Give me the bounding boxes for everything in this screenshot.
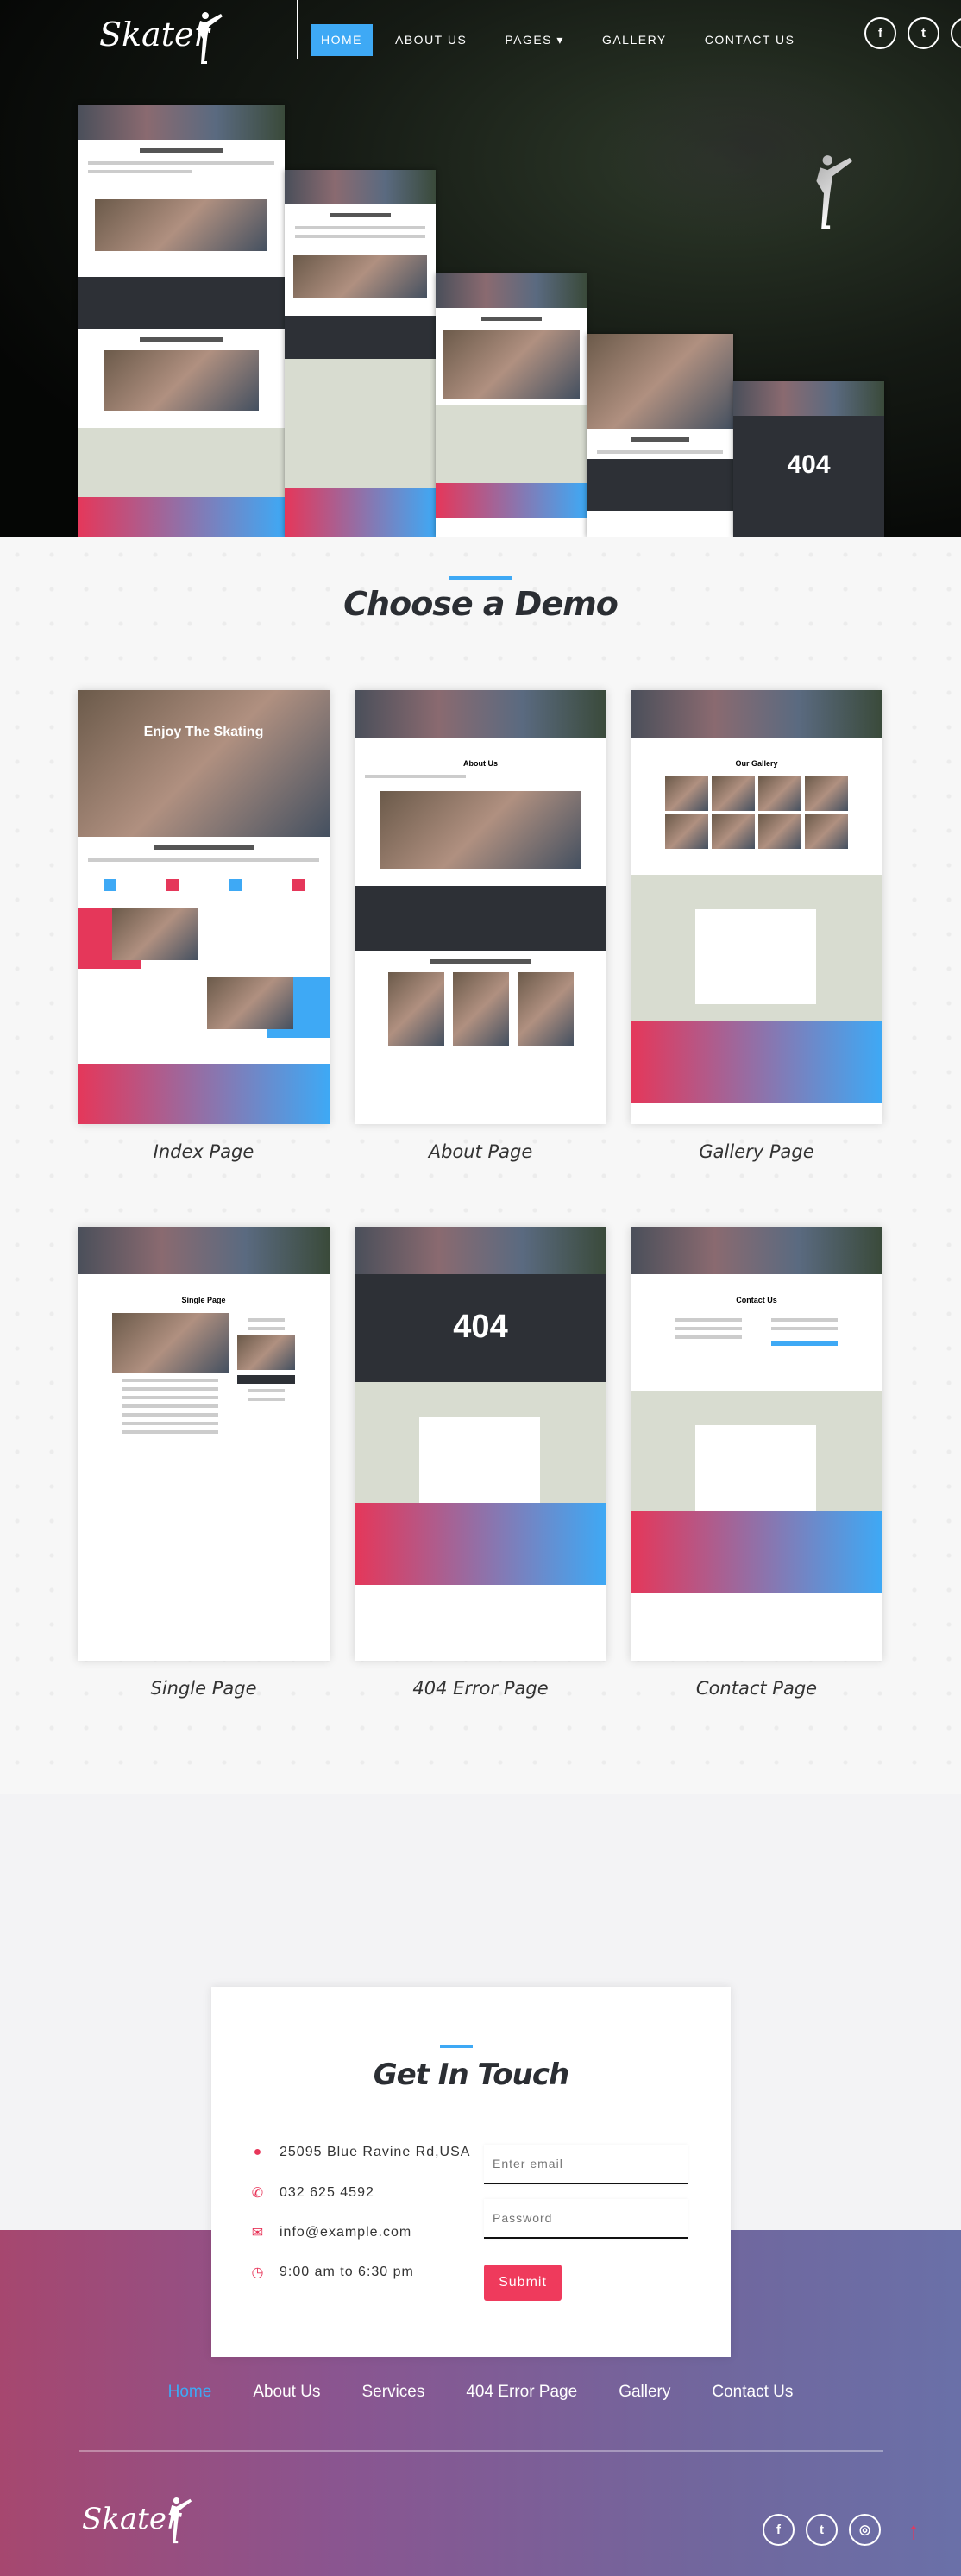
- email-input[interactable]: [484, 2145, 688, 2184]
- demo-card-single[interactable]: Single Page: [78, 1227, 330, 1661]
- preview-heading: Our Gallery: [735, 759, 778, 768]
- password-input[interactable]: [484, 2199, 688, 2239]
- demo-card-about[interactable]: About Us: [355, 690, 606, 1124]
- demo-label-gallery[interactable]: Gallery Page: [631, 1141, 882, 1162]
- dribbble-icon[interactable]: ◎: [951, 17, 961, 49]
- contact-card: Get In Touch ● 25095 Blue Ravine Rd,USA ✆…: [211, 1987, 731, 2357]
- hours-text: 9:00 am to 6:30 pm: [280, 2265, 414, 2279]
- nav-about-us[interactable]: ABOUT US: [376, 24, 486, 56]
- phone-text: 032 625 4592: [280, 2185, 374, 2200]
- collage-404-text: 404: [787, 450, 831, 479]
- nav-pages-label: PAGES: [505, 33, 553, 47]
- title-accent-line: [440, 2045, 473, 2048]
- back-to-top-icon[interactable]: ↑: [908, 2517, 920, 2545]
- footer-nav-gallery[interactable]: Gallery: [598, 2383, 691, 2402]
- preview-heading: Enjoy The Skating: [143, 725, 264, 739]
- footer-nav-about-us[interactable]: About Us: [232, 2383, 341, 2402]
- hours-item: ◷ 9:00 am to 6:30 pm: [250, 2264, 414, 2281]
- demo-label-index[interactable]: Index Page: [78, 1141, 330, 1162]
- preview-heading: Contact Us: [736, 1296, 777, 1304]
- skater-logo-icon: [169, 2497, 192, 2544]
- envelope-icon: ✉: [251, 2226, 265, 2240]
- collage-shot-index: [587, 334, 733, 537]
- demo-label-about[interactable]: About Page: [355, 1141, 606, 1162]
- address-text: 25095 Blue Ravine Rd,USA: [280, 2145, 471, 2159]
- preview-heading: About Us: [463, 759, 498, 768]
- twitter-icon[interactable]: t: [908, 17, 939, 49]
- facebook-icon[interactable]: f: [763, 2514, 795, 2546]
- skater-silhouette-icon: [816, 155, 852, 229]
- choose-demo-section: Choose a Demo Enjoy The Skating About Us…: [0, 537, 961, 1794]
- demo-card-contact[interactable]: Contact Us: [631, 1227, 882, 1661]
- collage-shot-services: [285, 170, 436, 537]
- header-divider: [297, 0, 298, 59]
- contact-title: Get In Touch: [373, 2058, 569, 2092]
- demo-label-single[interactable]: Single Page: [78, 1678, 330, 1699]
- demo-label-contact[interactable]: Contact Page: [631, 1678, 882, 1699]
- collage-shot-about: [78, 105, 285, 537]
- hero-section: Skater HOME ABOUT US PAGES ▾ GALLERY CON…: [0, 0, 961, 537]
- footer-divider: [79, 2450, 883, 2452]
- footer-nav: Home About Us Services 404 Error Page Ga…: [0, 2383, 961, 2402]
- preview-heading: Single Page: [181, 1296, 226, 1304]
- email-item: ✉ info@example.com: [250, 2224, 411, 2241]
- clock-icon: ◷: [251, 2265, 265, 2280]
- address-item: ● 25095 Blue Ravine Rd,USA: [250, 2145, 470, 2160]
- phone-icon: ✆: [251, 2186, 265, 2201]
- preview-heading: 404: [355, 1274, 606, 1382]
- footer-nav-contact-us[interactable]: Contact Us: [691, 2383, 813, 2402]
- map-marker-icon: ●: [253, 2145, 263, 2159]
- collage-shot-404: 404: [733, 381, 884, 537]
- nav-gallery[interactable]: GALLERY: [583, 24, 686, 56]
- section-title: Choose a Demo: [343, 585, 619, 623]
- twitter-icon[interactable]: t: [806, 2514, 838, 2546]
- nav-contact-us[interactable]: CONTACT US: [686, 24, 814, 56]
- demo-card-index[interactable]: Enjoy The Skating: [78, 690, 330, 1124]
- nav-pages[interactable]: PAGES ▾: [486, 24, 583, 56]
- skater-logo-icon: [198, 12, 223, 65]
- demo-card-gallery[interactable]: Our Gallery: [631, 690, 882, 1124]
- submit-button[interactable]: Submit: [484, 2265, 562, 2301]
- email-text[interactable]: info@example.com: [280, 2225, 411, 2240]
- chevron-down-icon: ▾: [556, 33, 564, 47]
- demo-label-404[interactable]: 404 Error Page: [355, 1678, 606, 1699]
- dribbble-icon[interactable]: ◎: [849, 2514, 881, 2546]
- main-nav: HOME ABOUT US PAGES ▾ GALLERY CONTACT US: [311, 24, 814, 56]
- footer-nav-404[interactable]: 404 Error Page: [445, 2383, 598, 2402]
- title-accent-line: [449, 576, 512, 580]
- footer-nav-services[interactable]: Services: [341, 2383, 445, 2402]
- footer-nav-home[interactable]: Home: [148, 2383, 233, 2402]
- demo-card-404[interactable]: 404: [355, 1227, 606, 1661]
- phone-item: ✆ 032 625 4592: [250, 2184, 374, 2202]
- nav-home[interactable]: HOME: [311, 24, 373, 56]
- collage-shot-gallery: [436, 273, 587, 537]
- facebook-icon[interactable]: f: [864, 17, 896, 49]
